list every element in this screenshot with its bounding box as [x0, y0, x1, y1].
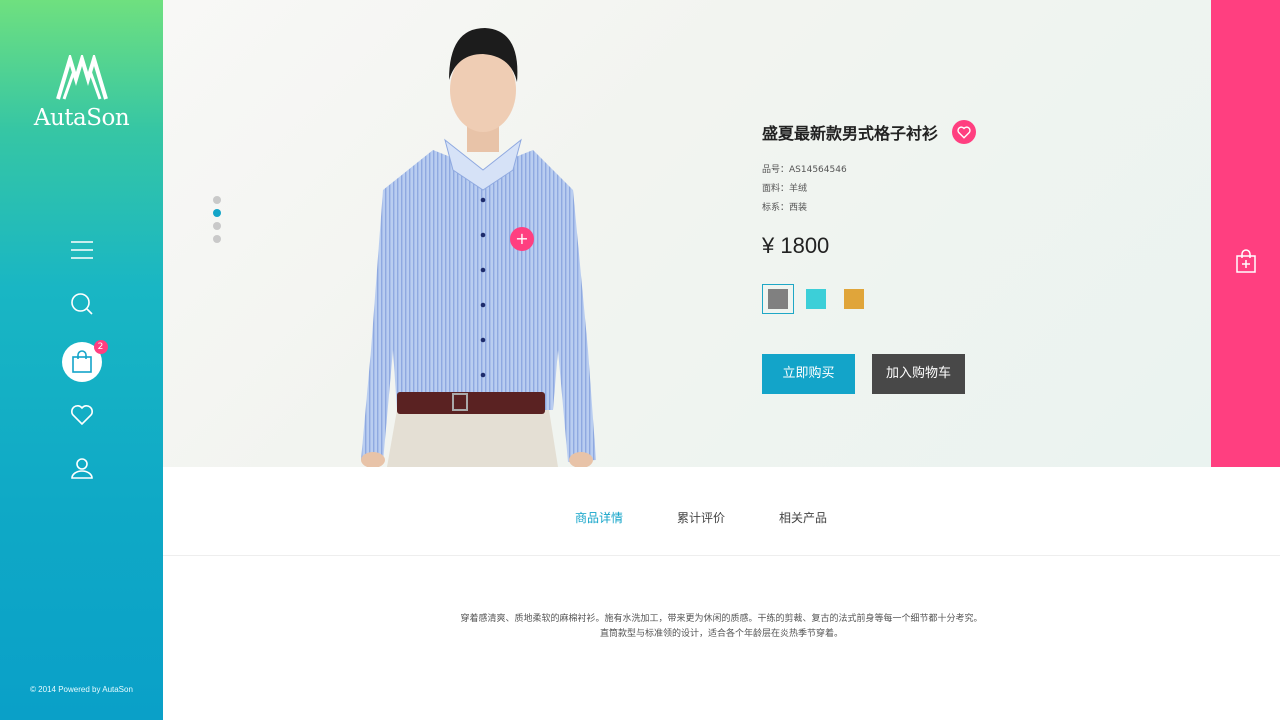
swatch-fill [844, 289, 864, 309]
product-model-image [361, 28, 596, 467]
description-line-1: 穿着感清爽、质地柔软的麻棉衬衫。施有水洗加工，带来更为休闲的质感。干练的剪裁、复… [460, 614, 983, 624]
user-icon [70, 458, 93, 479]
color-swatch-gray[interactable] [762, 284, 794, 314]
carousel-dots [213, 196, 221, 248]
product-meta: 品号：AS14564546 面料：羊绒 标系：西装 [762, 162, 1092, 219]
account-button[interactable] [0, 456, 163, 480]
buy-now-button[interactable]: 立即购买 [762, 354, 855, 394]
menu-button[interactable] [0, 240, 163, 260]
product-description: 穿着感清爽、质地柔软的麻棉衬衫。施有水洗加工，带来更为休闲的质感。干练的剪裁、复… [163, 612, 1280, 642]
sidebar: AutaSon 2 © 2014 Powered by AutaSon [0, 0, 163, 720]
color-swatch-orange[interactable] [838, 284, 870, 314]
tab-related-products[interactable]: 相关产品 [779, 509, 827, 526]
swatch-fill [768, 289, 788, 309]
color-swatch-cyan[interactable] [800, 284, 832, 314]
cart-button[interactable]: 2 [0, 340, 163, 382]
menu-icon [70, 241, 93, 259]
tab-reviews[interactable]: 累计评价 [677, 509, 725, 526]
carousel-dot-active[interactable] [213, 209, 221, 217]
product-fabric: 面料：羊绒 [762, 184, 808, 194]
product-info: 盛夏最新款男式格子衬衫 品号：AS14564546 面料：羊绒 标系：西装 ¥ … [762, 120, 1092, 394]
carousel-dot[interactable] [213, 196, 221, 204]
product-series: 标系：西装 [762, 203, 808, 213]
add-to-cart-button[interactable]: 加入购物车 [872, 354, 965, 394]
tab-product-details[interactable]: 商品详情 [575, 509, 623, 526]
shopping-bag-icon [71, 350, 92, 373]
add-to-bag-icon [1236, 249, 1256, 273]
product-price: ¥ 1800 [762, 233, 830, 258]
product-hero: + 盛夏最新款男式格子衬衫 品号：AS14564546 面料：羊绒 标系：西装 … [163, 0, 1211, 467]
copyright: © 2014 Powered by AutaSon [30, 685, 133, 694]
brand-logo[interactable]: AutaSon [0, 52, 163, 131]
search-icon [70, 293, 93, 315]
product-sku: 品号：AS14564546 [762, 165, 847, 175]
swatch-fill [806, 289, 826, 309]
carousel-dot[interactable] [213, 235, 221, 243]
search-button[interactable] [0, 292, 163, 316]
product-tabs: 商品详情 累计评价 相关产品 [163, 467, 1280, 556]
description-line-2: 直筒款型与标准领的设计，适合各个年龄层在炎热季节穿着。 [599, 629, 843, 639]
favorite-button[interactable] [952, 120, 977, 144]
color-swatches [762, 284, 1092, 314]
product-title: 盛夏最新款男式格子衬衫 [762, 124, 939, 143]
brand-name: AutaSon [33, 105, 130, 131]
logo-mark-icon [55, 52, 108, 100]
heart-icon [957, 125, 971, 139]
carousel-dot[interactable] [213, 222, 221, 230]
favorites-button[interactable] [0, 404, 163, 426]
cart-count-badge: 2 [93, 340, 108, 354]
product-actions: 立即购买 加入购物车 [762, 354, 1092, 394]
heart-icon [70, 405, 93, 426]
product-hotspot-plus-button[interactable]: + [510, 227, 534, 251]
right-cart-bar[interactable] [1211, 0, 1280, 467]
